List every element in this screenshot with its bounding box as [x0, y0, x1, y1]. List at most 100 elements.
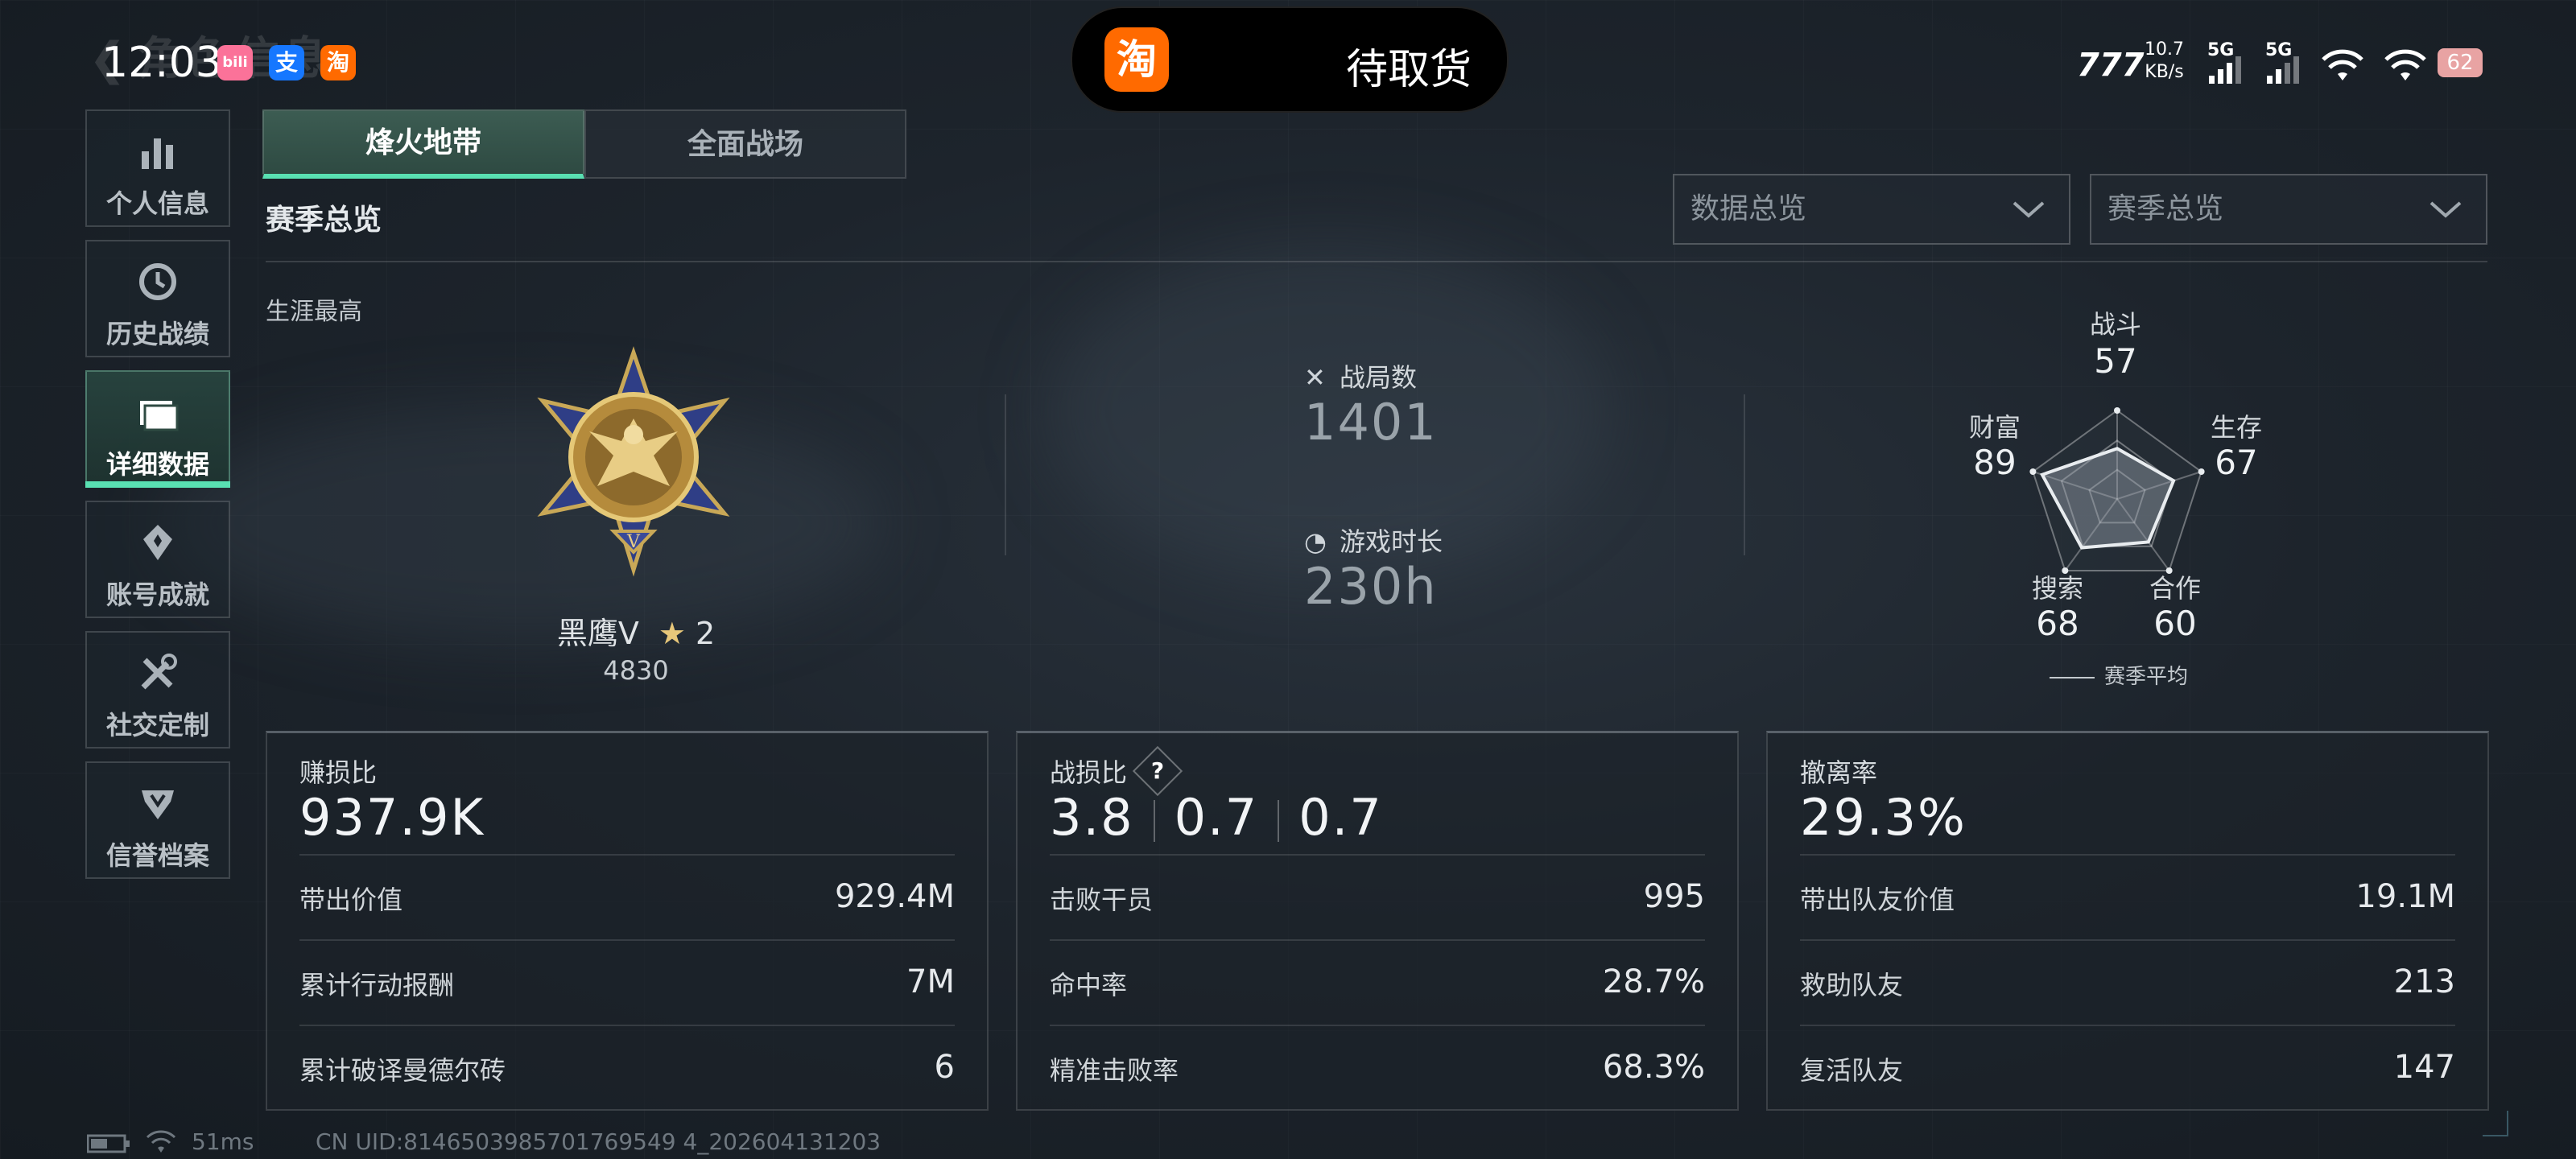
battery-icon: 62	[2438, 48, 2483, 77]
value-separator	[1153, 799, 1155, 842]
sidebar-item-label: 详细数据	[105, 449, 209, 480]
row-value: 7M	[906, 963, 955, 1000]
radar-legend: 赛季平均	[2050, 660, 2188, 690]
row-value: 28.7%	[1602, 963, 1705, 1000]
rank-name: 黑鹰Ⅴ	[556, 616, 639, 651]
medal-icon	[87, 520, 229, 565]
row-key: 带出价值	[299, 885, 403, 915]
dropdown-value: 数据总览	[1690, 192, 1807, 225]
panel-profit-loss: 赚损比 937.9K 带出价值 929.4M 累计行动报酬 7M 累计破译曼德尔砖 6	[266, 731, 989, 1111]
svg-text:V: V	[626, 532, 641, 552]
wifi-icon	[2384, 49, 2426, 80]
kd-value: 3.8	[1050, 788, 1134, 847]
matches-label: ✕ 战局数	[1304, 357, 1417, 394]
stopwatch-icon: ◔	[1304, 526, 1327, 557]
clock: 12:03	[101, 39, 222, 87]
uid: CN UID:8146503985701769549 4_20260413120…	[316, 1128, 881, 1155]
alipay-icon: 支	[269, 45, 304, 80]
panel-extraction-rate: 撤离率 29.3% 带出队友价值 19.1M 救助队友 213 复活队友 147	[1766, 731, 2489, 1111]
sidebar-item-social[interactable]: 社交定制	[85, 631, 230, 749]
row-key: 救助队友	[1800, 970, 1904, 1000]
value-separator	[1278, 799, 1280, 842]
sidebar-item-label: 信誉档案	[105, 840, 209, 871]
dynamic-island[interactable]: 淘 待取货	[1071, 6, 1509, 113]
chevron-down-icon	[2011, 175, 2046, 266]
panel-title: 撤离率	[1800, 757, 1878, 788]
bilibili-icon: bili	[217, 45, 253, 80]
tab-full-battlefield[interactable]: 全面战场	[584, 109, 906, 179]
tab-hazard-zone[interactable]: 烽火地带	[262, 109, 584, 179]
panel-value: 29.3%	[1800, 788, 1967, 847]
kd-value: 0.7	[1298, 788, 1383, 847]
panel-title: 战损比?	[1050, 745, 1183, 797]
list-item: 累计行动报酬 7M	[299, 939, 955, 1026]
wifi-icon	[146, 1130, 176, 1153]
row-value: 68.3%	[1602, 1049, 1705, 1086]
folder-icon	[87, 390, 229, 435]
sidebar-item-achievements[interactable]: 账号成就	[85, 501, 230, 618]
sidebar-item-history[interactable]: 历史战绩	[85, 240, 230, 357]
divider	[1005, 394, 1006, 555]
status-bar: 角色信息 12:03 bili 支 淘 淘 待取货 777 10.7 KB/s …	[0, 0, 2576, 113]
row-value: 19.1M	[2355, 878, 2455, 915]
signal-bars-icon	[2209, 56, 2241, 108]
island-text: 待取货	[1345, 46, 1472, 94]
list-item: 击败干员 995	[1050, 854, 1705, 941]
sidebar-item-label: 账号成就	[105, 580, 209, 610]
list-item: 累计破译曼德尔砖 6	[299, 1025, 955, 1112]
section-title: 赛季总览	[266, 204, 382, 237]
sidebar-item-label: 历史战绩	[105, 319, 209, 349]
mode-tabs: 烽火地带 全面战场	[262, 109, 906, 179]
radar-label-survival: 生存	[2210, 412, 2262, 443]
chevron-down-icon	[2428, 175, 2463, 266]
row-value: 929.4M	[834, 878, 955, 915]
radar-label-combat: 战斗	[2089, 309, 2141, 340]
panel-title: 赚损比	[299, 757, 378, 788]
radar-label-wealth: 财富	[1968, 412, 2021, 443]
badge-icon	[87, 781, 229, 826]
sidebar-item-label: 社交定制	[105, 710, 209, 740]
panel-kd-ratio: 战损比? 3.8 0.7 0.7 击败干员 995 命中率 28.7% 精准击败率 68.…	[1016, 731, 1739, 1111]
matches-label-text: 战局数	[1340, 362, 1418, 393]
net-speed-value: 10.7	[2145, 39, 2184, 60]
row-key: 复活队友	[1800, 1055, 1904, 1086]
radar-label-search: 搜索	[2031, 573, 2083, 604]
network-logo-icon: 777	[2077, 47, 2145, 84]
radar-value-search: 68	[2036, 604, 2079, 643]
radar-legend-text: 赛季平均	[2104, 665, 2189, 689]
row-key: 击败干员	[1050, 885, 1154, 915]
playtime-value: 230h	[1304, 557, 1438, 616]
panel-value: 3.8 0.7 0.7	[1050, 788, 1383, 847]
row-value: 213	[2393, 963, 2455, 1000]
legend-line-icon	[2050, 676, 2095, 678]
row-key: 精准击败率	[1050, 1055, 1179, 1086]
radar-axis-dot	[2114, 407, 2120, 414]
rank-medal-icon: V	[537, 346, 730, 577]
radar-value-wealth: 89	[1973, 443, 2017, 482]
row-value: 6	[934, 1049, 955, 1086]
sidebar-item-personal-info[interactable]: 个人信息	[85, 109, 230, 227]
radar-label-cooperation: 合作	[2149, 573, 2201, 604]
corner-decoration	[2483, 1111, 2508, 1136]
bar-chart-icon	[87, 129, 229, 174]
data-overview-dropdown[interactable]: 数据总览	[1673, 174, 2070, 245]
battery-icon	[87, 1134, 130, 1153]
sidebar-item-detailed-data[interactable]: 详细数据	[85, 370, 230, 488]
radar-value-combat: 57	[2094, 341, 2137, 381]
star-icon: ★	[658, 616, 686, 651]
row-value: 147	[2393, 1049, 2455, 1086]
row-key: 累计行动报酬	[299, 970, 455, 1000]
wifi-icon	[2322, 49, 2363, 80]
ping: 51ms	[192, 1128, 254, 1155]
panel-value: 937.9K	[299, 788, 485, 847]
sidebar-item-credit[interactable]: 信誉档案	[85, 761, 230, 879]
radar-value-survival: 67	[2215, 443, 2258, 482]
help-glyph: ?	[1150, 757, 1165, 784]
rank-score: 4830	[603, 655, 669, 686]
list-item: 复活队友 147	[1800, 1025, 2455, 1112]
net-speed: 10.7 KB/s	[2145, 39, 2184, 90]
clock-icon	[87, 259, 229, 304]
career-best-label: 生涯最高	[266, 298, 362, 326]
signal-bars-icon	[2267, 56, 2299, 108]
season-dropdown[interactable]: 赛季总览	[2090, 174, 2487, 245]
